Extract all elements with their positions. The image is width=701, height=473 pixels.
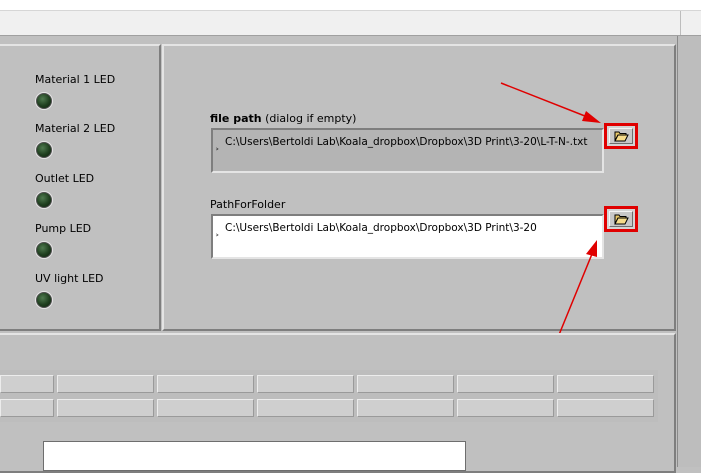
file-path-browse-button[interactable] xyxy=(604,123,638,149)
folder-path-browse-button[interactable] xyxy=(604,206,638,232)
grid-cell[interactable] xyxy=(157,375,254,393)
folder-path-field[interactable]: ˃ C:\Users\Bertoldi Lab\Koala_dropbox\Dr… xyxy=(211,214,604,259)
led-label-material-1: Material 1 LED xyxy=(35,73,116,86)
led-pump xyxy=(36,242,52,258)
grid-cell[interactable] xyxy=(257,375,354,393)
path-indicator-icon: ˃ xyxy=(215,148,220,158)
grid-cell[interactable] xyxy=(157,399,254,417)
led-label-outlet: Outlet LED xyxy=(35,172,95,185)
led-material-2 xyxy=(36,142,52,158)
folder-path-label: PathForFolder xyxy=(210,198,286,211)
toolbar-top-strip xyxy=(0,0,701,11)
grid-cell[interactable] xyxy=(257,399,354,417)
folder-open-icon xyxy=(614,214,629,225)
grid-cell[interactable] xyxy=(557,399,654,417)
led-label-uv-light: UV light LED xyxy=(35,272,104,285)
toolbar-strip xyxy=(0,11,701,36)
led-material-1 xyxy=(36,93,52,109)
folder-open-icon xyxy=(614,131,629,142)
file-path-label: file path (dialog if empty) xyxy=(210,112,356,125)
grid-cell[interactable] xyxy=(57,375,154,393)
right-edge-scroll-region xyxy=(677,36,701,467)
folder-path-value: C:\Users\Bertoldi Lab\Koala_dropbox\Drop… xyxy=(225,222,537,234)
grid-cell[interactable] xyxy=(57,399,154,417)
led-label-material-2: Material 2 LED xyxy=(35,122,116,135)
grid-cell[interactable] xyxy=(0,399,54,417)
led-label-pump: Pump LED xyxy=(35,222,92,235)
grid-cell[interactable] xyxy=(0,375,54,393)
cell-grid xyxy=(0,370,658,422)
led-panel xyxy=(0,44,161,331)
toolbar xyxy=(0,0,701,36)
file-path-value: C:\Users\Bertoldi Lab\Koala_dropbox\Drop… xyxy=(225,136,588,148)
grid-cell[interactable] xyxy=(457,399,554,417)
grid-cell[interactable] xyxy=(457,375,554,393)
grid-cell[interactable] xyxy=(357,399,454,417)
file-path-field[interactable]: ˃ C:\Users\Bertoldi Lab\Koala_dropbox\Dr… xyxy=(211,128,604,173)
file-path-label-bold: file path xyxy=(210,112,262,125)
file-path-label-suffix: (dialog if empty) xyxy=(261,112,357,125)
led-outlet xyxy=(36,192,52,208)
grid-cell[interactable] xyxy=(357,375,454,393)
toolbar-divider xyxy=(680,11,681,35)
path-indicator-icon: ˃ xyxy=(215,234,220,244)
path-panel xyxy=(162,44,676,331)
grid-cell[interactable] xyxy=(557,375,654,393)
led-uv-light xyxy=(36,292,52,308)
